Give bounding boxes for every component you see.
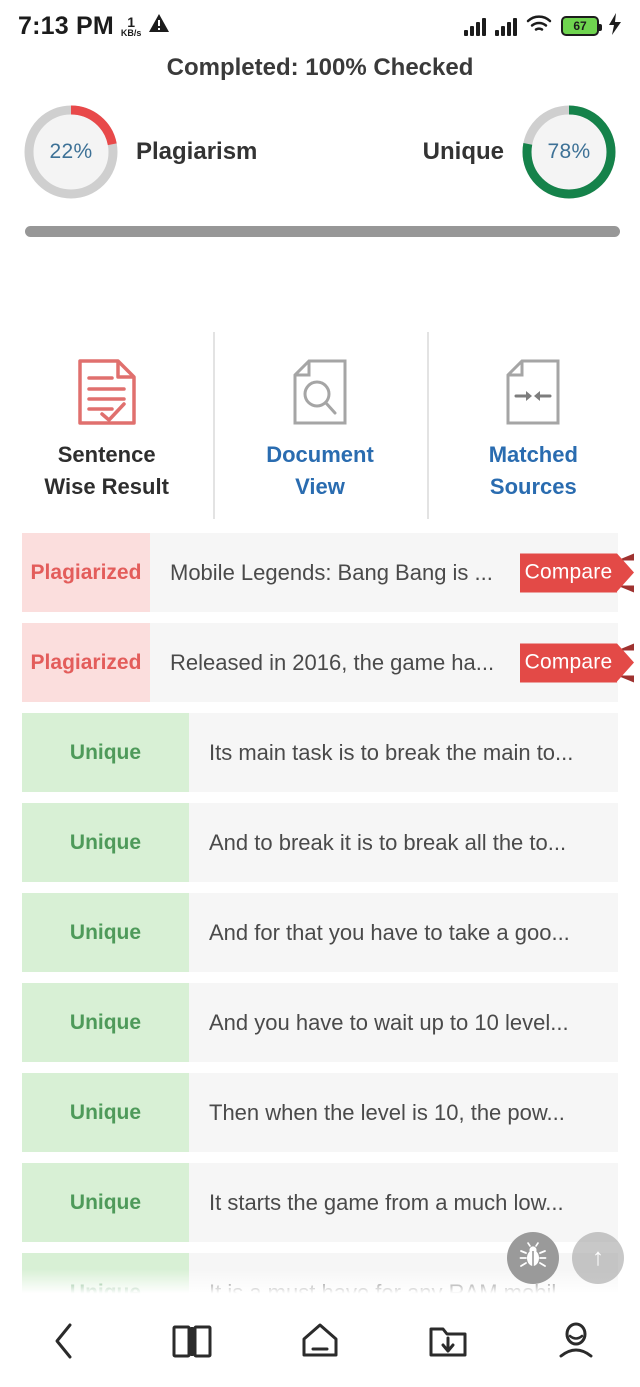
status-bar: 7:13 PM 1 KB/s 67	[0, 0, 640, 52]
home-icon	[298, 1321, 342, 1366]
bug-report-button[interactable]	[507, 1232, 559, 1284]
status-time: 7:13 PM	[18, 12, 114, 40]
unique-percent-value: 78%	[547, 140, 591, 163]
sentence-text: It starts the game from a much low...	[189, 1163, 618, 1242]
open-book-icon	[171, 1321, 213, 1366]
plagiarism-report-screen: 7:13 PM 1 KB/s 67 Completed: 100% Checke…	[0, 0, 640, 1387]
tab-matched-sources-label: Matched Sources	[489, 439, 578, 503]
battery-percent: 67	[573, 19, 587, 33]
chevron-left-icon	[51, 1321, 77, 1366]
table-row[interactable]: Unique And for that you have to take a g…	[22, 893, 618, 972]
status-badge: Unique	[22, 1073, 189, 1152]
network-speed-value: 1	[127, 14, 136, 30]
score-gauges: 22% Plagiarism Unique 78%	[0, 92, 640, 212]
ribbon-tip	[617, 643, 634, 681]
compare-button[interactable]: Compare	[520, 636, 640, 689]
ribbon-tip	[617, 553, 634, 591]
tab-sentence-wise-result[interactable]: Sentence Wise Result	[0, 330, 213, 525]
signal-sim1-icon	[464, 16, 486, 36]
tab-label-line1: Sentence	[57, 442, 156, 467]
scroll-to-top-button[interactable]: ↑	[572, 1232, 624, 1284]
table-row[interactable]: Unique Its main task is to break the mai…	[22, 713, 618, 792]
compare-button-label: Compare	[524, 560, 613, 584]
bottom-navigation-bar	[0, 1299, 640, 1387]
battery-icon: 67	[561, 16, 602, 36]
tab-label-line2: Sources	[489, 473, 577, 499]
charging-bolt-icon	[608, 12, 622, 40]
status-badge: Unique	[22, 983, 189, 1062]
bug-icon	[519, 1241, 547, 1275]
sentence-text: And for that you have to take a goo...	[189, 893, 618, 972]
compare-button-label: Compare	[524, 650, 613, 674]
status-badge: Unique	[22, 1163, 189, 1242]
signal-sim2-icon	[495, 16, 517, 36]
status-badge: Plagiarized	[22, 623, 150, 702]
network-speed-indicator: 1 KB/s	[121, 15, 142, 38]
status-badge: Unique	[22, 1253, 189, 1303]
sentence-text: Its main task is to break the main to...	[189, 713, 618, 792]
tab-sentence-wise-result-label: Sentence Wise Result	[44, 439, 169, 503]
document-check-icon	[76, 358, 138, 426]
unique-donut: 78%	[520, 103, 618, 201]
unique-gauge-label: Unique	[422, 138, 504, 165]
table-row[interactable]: Unique Then when the level is 10, the po…	[22, 1073, 618, 1152]
wifi-icon	[526, 14, 552, 39]
network-speed-unit: KB/s	[120, 28, 142, 38]
warning-triangle-icon	[148, 13, 170, 38]
plagiarism-gauge-label: Plagiarism	[136, 138, 258, 165]
nav-profile-button[interactable]	[512, 1321, 640, 1366]
status-badge: Unique	[22, 713, 189, 792]
tab-document-view-label: Document View	[266, 439, 374, 503]
table-row[interactable]: Unique And you have to wait up to 10 lev…	[22, 983, 618, 1062]
tab-label-line2: View	[295, 473, 345, 499]
plagiarism-gauge-group: 22% Plagiarism	[22, 103, 257, 201]
status-badge: Unique	[22, 893, 189, 972]
arrow-up-icon: ↑	[592, 1244, 604, 1271]
folder-download-icon	[427, 1321, 469, 1366]
tab-label-line1: Matched	[488, 442, 578, 467]
status-bar-right: 67	[464, 12, 622, 40]
nav-back-button[interactable]	[0, 1321, 128, 1366]
sentence-text: And to break it is to break all the to..…	[189, 803, 618, 882]
compare-button[interactable]: Compare	[520, 546, 640, 599]
document-search-icon	[289, 358, 351, 426]
sentence-result-list[interactable]: Plagiarized Mobile Legends: Bang Bang is…	[0, 533, 640, 1303]
table-row[interactable]: Plagiarized Mobile Legends: Bang Bang is…	[22, 533, 634, 612]
plagiarism-percent-value: 22%	[49, 140, 93, 163]
status-badge: Plagiarized	[22, 533, 150, 612]
tab-matched-sources[interactable]: Matched Sources	[426, 330, 640, 525]
sentence-text: Then when the level is 10, the pow...	[189, 1073, 618, 1152]
nav-home-button[interactable]	[256, 1321, 384, 1366]
unique-gauge-group: Unique 78%	[423, 103, 618, 201]
horizontal-scrollbar[interactable]	[25, 226, 620, 237]
status-bar-left: 7:13 PM 1 KB/s	[18, 13, 170, 39]
plagiarism-donut: 22%	[22, 103, 120, 201]
status-badge: Unique	[22, 803, 189, 882]
nav-library-button[interactable]	[128, 1321, 256, 1366]
completion-status-text: Completed: 100% Checked	[166, 54, 474, 81]
result-view-tabs: Sentence Wise Result Document View Match…	[0, 330, 640, 525]
tab-document-view[interactable]: Document View	[213, 330, 426, 525]
tab-label-line1: Document	[266, 442, 374, 467]
tab-label-line2: Wise Result	[44, 473, 169, 499]
nav-downloads-button[interactable]	[384, 1321, 512, 1366]
table-row[interactable]: Unique It starts the game from a much lo…	[22, 1163, 618, 1242]
table-row[interactable]: Plagiarized Released in 2016, the game h…	[22, 623, 634, 702]
sentence-text: And you have to wait up to 10 level...	[189, 983, 618, 1062]
table-row[interactable]: Unique And to break it is to break all t…	[22, 803, 618, 882]
person-icon	[556, 1321, 596, 1366]
document-compare-icon	[502, 358, 564, 426]
